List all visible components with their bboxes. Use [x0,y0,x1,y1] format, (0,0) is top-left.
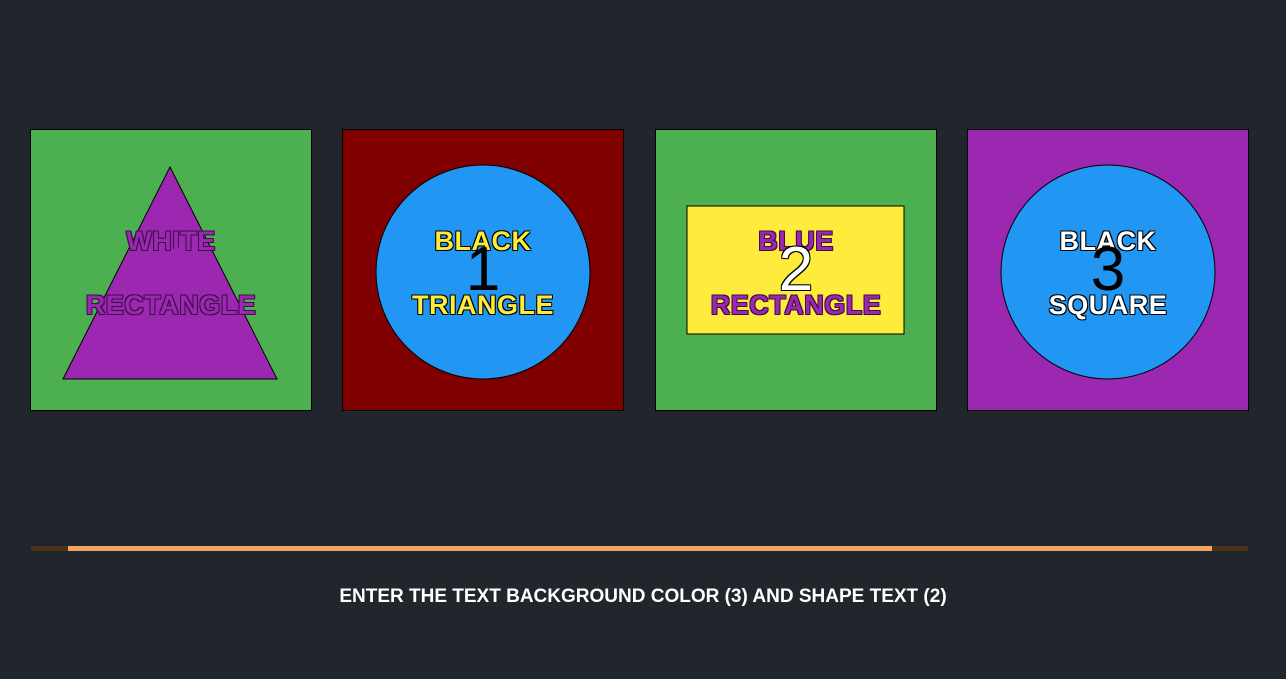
card-word-bottom: RECTANGLE [710,290,882,320]
progress-fill [68,546,1212,551]
game-stage: WHITE 4 RECTANGLE BLACK 1 TRIANGLE BLUE … [0,0,1286,679]
card-3[interactable]: BLUE 2 RECTANGLE [655,129,937,411]
card-word-bottom: SQUARE [1048,290,1168,320]
progress-bar [31,546,1248,551]
card-1[interactable]: WHITE 4 RECTANGLE [30,129,312,411]
instruction-text: ENTER THE TEXT BACKGROUND COLOR (3) AND … [339,586,947,607]
card-word-bottom: RECTANGLE [85,290,257,320]
card-4[interactable]: BLACK 3 SQUARE [967,129,1249,411]
card-2[interactable]: BLACK 1 TRIANGLE [342,129,624,411]
card-word-bottom: TRIANGLE [412,290,554,320]
